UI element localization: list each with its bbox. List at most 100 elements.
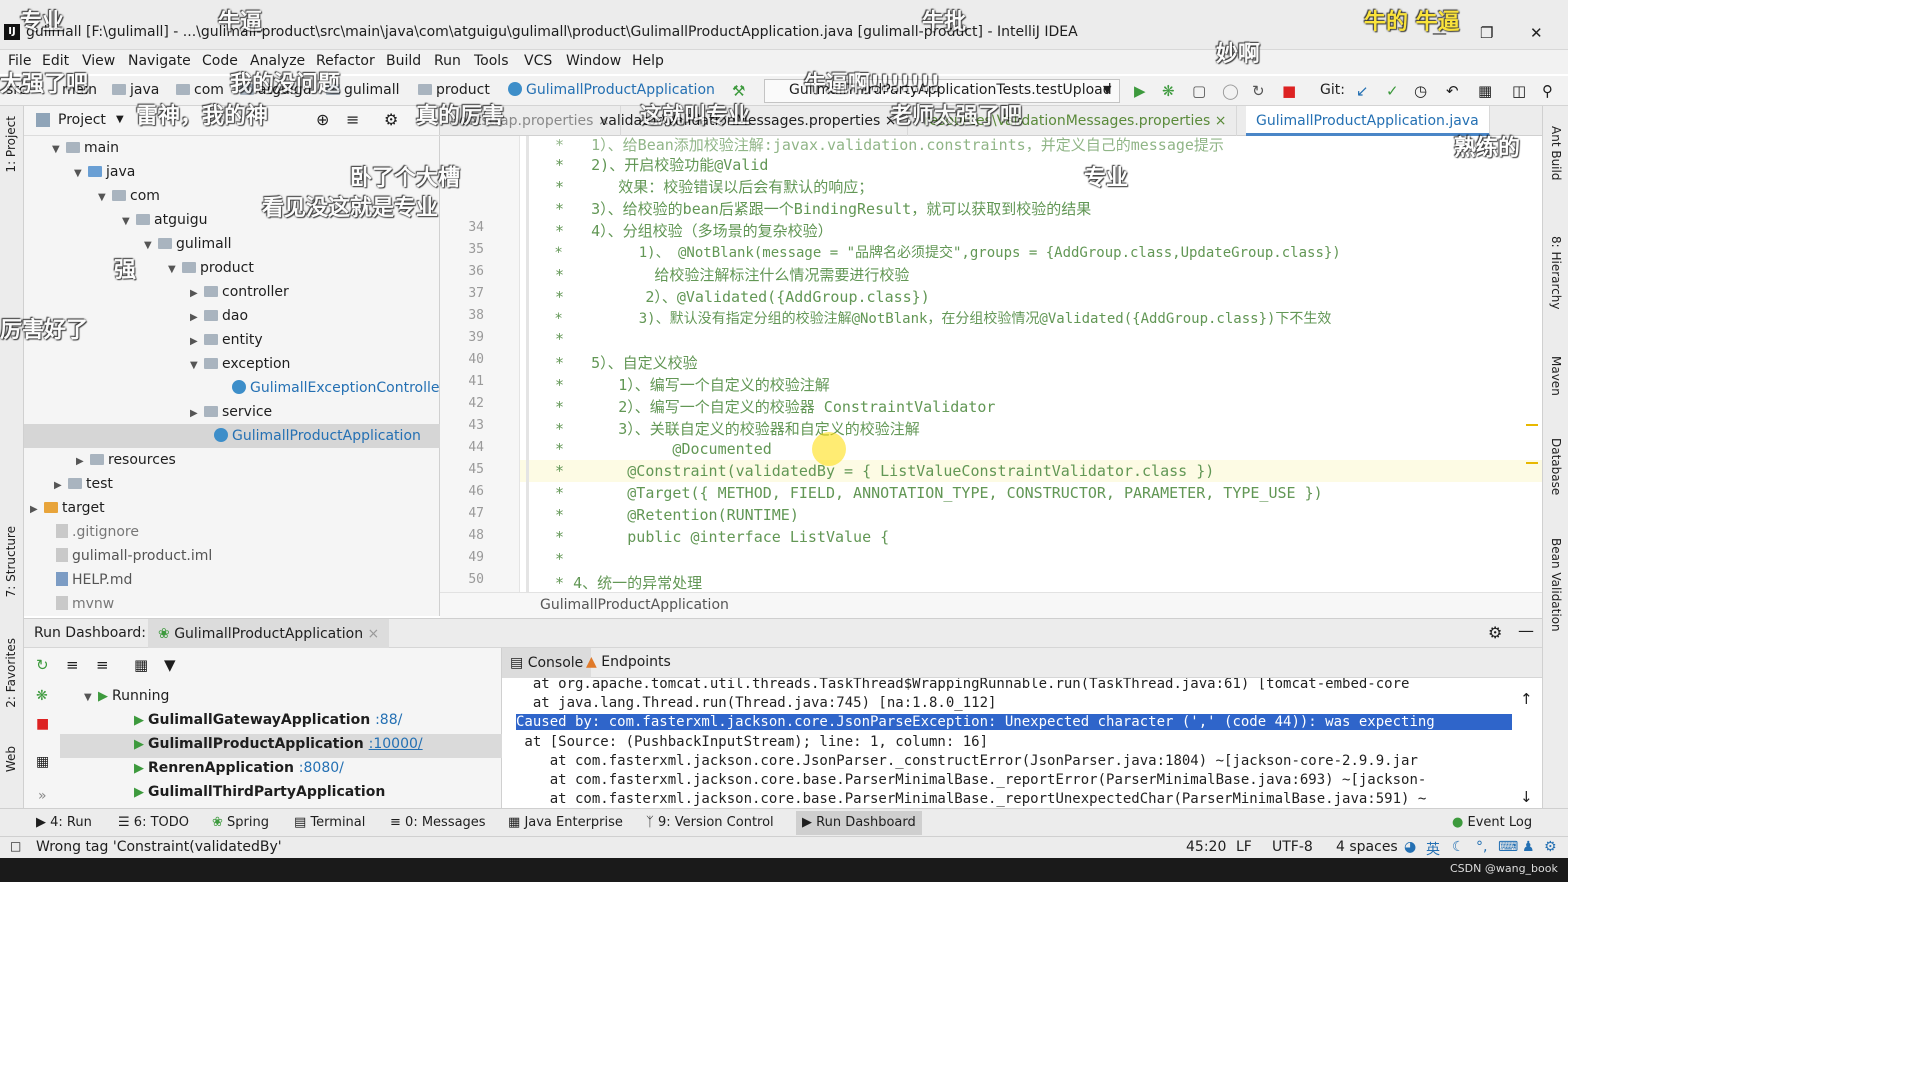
file-encoding[interactable]: UTF-8 xyxy=(1272,839,1313,855)
tree-item-main[interactable]: ▼ main xyxy=(52,136,119,160)
chevron-down-icon[interactable]: ▼ xyxy=(144,234,158,258)
breadcrumb-class[interactable]: GulimallProductApplication xyxy=(508,82,715,98)
tool-tab-run[interactable]: ▶ 4: Run xyxy=(36,815,92,830)
git-update-icon[interactable]: ↙ xyxy=(1356,82,1369,100)
history-icon[interactable]: ◷ xyxy=(1414,82,1427,100)
tool-tab-messages[interactable]: ≡ 0: Messages xyxy=(390,815,486,830)
project-structure-icon[interactable]: ▦ xyxy=(1478,82,1492,100)
console-output[interactable]: at org.apache.tomcat.util.threads.TaskTh… xyxy=(502,678,1512,808)
tool-tab-todo[interactable]: ☰ 6: TODO xyxy=(118,815,189,830)
settings-icon[interactable]: ⚙ xyxy=(1544,839,1557,855)
tab-endpoints[interactable]: ▲ Endpoints xyxy=(586,654,671,670)
punctuation-icon[interactable]: °, xyxy=(1476,839,1487,855)
stop-icon[interactable]: ■ xyxy=(1282,82,1296,100)
menu-build[interactable]: Build xyxy=(386,53,421,69)
gear-icon[interactable]: ⚙ xyxy=(384,110,398,129)
search-icon[interactable]: ⚲ xyxy=(1542,82,1553,100)
tool-tab-java-enterprise[interactable]: ▦ Java Enterprise xyxy=(508,815,623,830)
tree-item-help-md[interactable]: HELP.md xyxy=(56,568,132,592)
tree-item-product-application[interactable]: GulimallProductApplication xyxy=(24,424,440,448)
update-app-icon[interactable]: ↻ xyxy=(1252,82,1265,100)
chevron-right-icon[interactable]: ▶ xyxy=(76,450,90,474)
tool-tab-project[interactable]: 1: Project xyxy=(4,116,18,173)
rerun-icon[interactable]: ↻ xyxy=(36,656,49,674)
locate-icon[interactable]: ⊕ xyxy=(316,110,329,129)
gear-icon[interactable]: ⚙ xyxy=(1488,623,1502,642)
chevron-down-icon[interactable]: ▼ xyxy=(52,138,66,162)
tool-tab-favorites[interactable]: 2: Favorites xyxy=(4,638,18,708)
moon-icon[interactable]: ☾ xyxy=(1452,839,1465,855)
tool-tab-database[interactable]: Database xyxy=(1549,438,1563,495)
tree-item-resources[interactable]: ▶ resources xyxy=(76,448,176,472)
breadcrumb-java[interactable]: java xyxy=(112,82,159,98)
layout-icon[interactable]: ▦ xyxy=(36,754,49,770)
tool-tab-structure[interactable]: 7: Structure xyxy=(4,526,18,597)
coverage-icon[interactable]: ▢ xyxy=(1192,82,1206,100)
tool-tab-hierarchy[interactable]: 8: Hierarchy xyxy=(1549,236,1563,310)
project-view-label[interactable]: Project xyxy=(58,112,106,128)
tool-tab-event-log[interactable]: ● Event Log xyxy=(1452,815,1532,830)
run-dashboard-tab[interactable]: ❀ GulimallProductApplication × xyxy=(148,619,390,649)
chevron-right-icon[interactable]: ▶ xyxy=(190,330,204,354)
tree-item-entity[interactable]: ▶ entity xyxy=(190,328,263,352)
revert-icon[interactable]: ↶ xyxy=(1446,82,1459,100)
stop-icon[interactable]: ■ xyxy=(36,716,49,732)
tool-tab-bean-validation[interactable]: Bean Validation xyxy=(1549,538,1563,632)
tree-item-gulimall[interactable]: ▼ gulimall xyxy=(144,232,232,256)
group-icon[interactable]: ▦ xyxy=(134,656,148,674)
port-link[interactable]: :10000/ xyxy=(369,736,423,752)
debug-icon[interactable]: ❋ xyxy=(1162,82,1175,100)
more-icon[interactable]: » xyxy=(38,788,47,804)
caret-position[interactable]: 45:20 xyxy=(1186,839,1226,855)
port-link[interactable]: :88/ xyxy=(375,712,402,728)
keyboard-icon[interactable]: ⌨ xyxy=(1498,839,1518,855)
tree-item-atguigu[interactable]: ▼ atguigu xyxy=(122,208,207,232)
tool-tab-web[interactable]: Web xyxy=(4,746,18,772)
chevron-down-icon[interactable]: ▼ xyxy=(122,210,136,234)
scroll-down-icon[interactable]: ↓ xyxy=(1520,788,1533,806)
code-editor[interactable]: 34 35 36 37 38 39 40 41 42 43 44 45 46 4… xyxy=(440,136,1542,592)
debug-icon[interactable]: ❋ xyxy=(36,688,48,704)
tree-item-test[interactable]: ▶ test xyxy=(54,472,113,496)
chevron-right-icon[interactable]: ▶ xyxy=(190,282,204,306)
run-item-gateway[interactable]: ▶ GulimallGatewayApplication :88/ xyxy=(134,712,402,728)
tree-item-controller[interactable]: ▶ controller xyxy=(190,280,289,304)
expand-all-icon[interactable]: ≡ xyxy=(66,656,79,674)
tool-tab-terminal[interactable]: ▤ Terminal xyxy=(294,815,365,830)
user-icon[interactable]: ♟ xyxy=(1522,839,1535,855)
run-item-product[interactable]: ▶ GulimallProductApplication :10000/ xyxy=(134,736,423,752)
chevron-down-icon[interactable]: ▼ xyxy=(116,114,124,125)
menu-window[interactable]: Window xyxy=(566,53,621,69)
tool-tab-version-control[interactable]: ᛉ 9: Version Control xyxy=(646,815,774,830)
chevron-right-icon[interactable]: ▶ xyxy=(30,498,44,522)
tool-tab-run-dashboard[interactable]: ▶ Run Dashboard xyxy=(796,811,922,835)
breadcrumb-product[interactable]: product xyxy=(418,82,490,98)
indent-setting[interactable]: 4 spaces xyxy=(1336,839,1398,855)
run-item-renren[interactable]: ▶ RenrenApplication :8080/ xyxy=(134,760,344,776)
chevron-down-icon[interactable]: ▼ xyxy=(84,692,98,703)
scroll-marker[interactable] xyxy=(1526,424,1538,464)
layout-icon[interactable]: ◫ xyxy=(1512,82,1526,100)
close-icon[interactable]: × xyxy=(368,626,380,642)
tree-item-dao[interactable]: ▶ dao xyxy=(190,304,248,328)
run-icon[interactable]: ▶ xyxy=(1134,82,1146,100)
tree-item-exception[interactable]: ▼ exception xyxy=(190,352,290,376)
line-separator[interactable]: LF xyxy=(1236,839,1252,855)
status-square-icon[interactable]: □ xyxy=(10,839,21,853)
menu-navigate[interactable]: Navigate xyxy=(128,53,191,69)
chevron-down-icon[interactable]: ▼ xyxy=(98,186,112,210)
ime-icon[interactable]: ◕ xyxy=(1404,839,1416,855)
hide-icon[interactable]: — xyxy=(1518,621,1534,640)
tool-tab-maven[interactable]: Maven xyxy=(1549,356,1563,396)
menu-help[interactable]: Help xyxy=(632,53,664,69)
tree-item-product[interactable]: ▼ product xyxy=(168,256,254,280)
tool-tab-spring[interactable]: ❀ Spring xyxy=(212,815,269,830)
tree-item-target[interactable]: ▶ target xyxy=(30,496,105,520)
scroll-up-icon[interactable]: ↑ xyxy=(1520,690,1533,708)
menu-vcs[interactable]: VCS xyxy=(524,53,552,69)
chevron-right-icon[interactable]: ▶ xyxy=(190,306,204,330)
profile-icon[interactable]: ◯ xyxy=(1222,82,1239,100)
run-item-thirdparty[interactable]: ▶ GulimallThirdPartyApplication xyxy=(134,784,385,800)
menu-run[interactable]: Run xyxy=(434,53,461,69)
run-group-running[interactable]: ▼ ▶ Running xyxy=(84,688,169,704)
